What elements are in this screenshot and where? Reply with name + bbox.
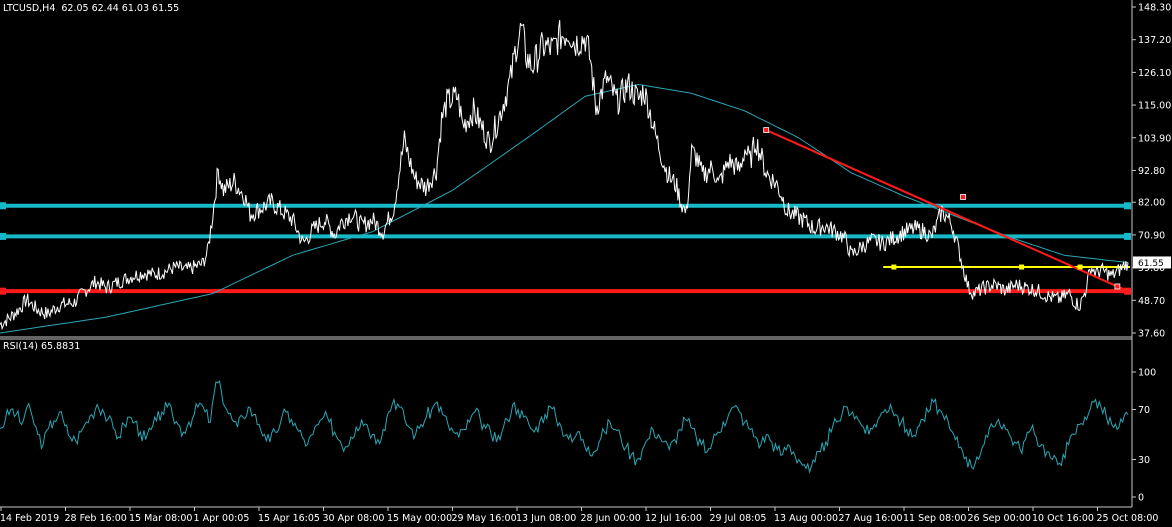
time-axis-label: 12 Jul 16:00 — [645, 513, 702, 524]
price-axis-label: 148.30 — [1138, 3, 1171, 14]
level-handle-left — [0, 287, 6, 295]
level-marker — [891, 264, 897, 270]
time-axis-label: 28 Feb 16:00 — [65, 513, 127, 524]
time-axis-label: 26 Sep 00:00 — [968, 513, 1031, 524]
time-axis-label: 1 Apr 00:05 — [194, 513, 250, 524]
symbol-label: LTCUSD,H4 — [3, 3, 55, 14]
price-axis-label: 37.60 — [1138, 329, 1165, 340]
price-axis-label: 126.10 — [1138, 68, 1171, 79]
ohlc-values: 62.05 62.44 61.03 61.55 — [61, 3, 179, 14]
price-axis-label: 70.90 — [1138, 230, 1165, 241]
level-handle-right — [1124, 202, 1131, 210]
price-axis-label: 82.00 — [1138, 198, 1165, 209]
level-marker — [1019, 264, 1025, 270]
trendline-marker — [763, 127, 770, 133]
current-price-value: 61.55 — [1138, 259, 1164, 269]
rsi-axis-label: 100 — [1138, 368, 1156, 379]
rsi-axis-label: 70 — [1138, 405, 1150, 416]
chart-canvas: LTCUSD,H4 62.05 62.44 61.03 61.55 RSI(14)… — [0, 0, 1172, 527]
trendline-marker — [1114, 283, 1121, 290]
level-handle-left — [0, 202, 6, 210]
time-axis-label: 15 May 00:00 — [387, 513, 452, 524]
time-axis-label: 15 Apr 16:05 — [258, 513, 320, 524]
level-marker — [1077, 264, 1083, 270]
current-price-tag: 61.55 — [1133, 256, 1171, 269]
price-axis-label: 115.00 — [1138, 101, 1171, 112]
time-axis-label: 29 Jul 08:05 — [710, 513, 767, 524]
time-axis-label: 27 Aug 16:00 — [839, 513, 903, 524]
time-axis-label: 10 Oct 16:00 — [1032, 513, 1094, 524]
trendline-marker — [960, 194, 966, 200]
rsi-axis-label: 30 — [1138, 455, 1150, 466]
time-axis-label: 15 Mar 08:00 — [129, 513, 192, 524]
price-axis-label: 92.80 — [1138, 166, 1165, 177]
rsi-axis-label: 0 — [1138, 493, 1144, 504]
price-axis-label: 48.70 — [1138, 296, 1165, 307]
time-axis-label: 14 Feb 2019 — [0, 513, 59, 524]
rsi-header: RSI(14) 65.8831 — [3, 341, 80, 352]
level-handle-right — [1124, 232, 1131, 240]
price-axis-label: 137.20 — [1138, 35, 1171, 46]
time-axis-label: 29 May 16:00 — [452, 513, 517, 524]
time-axis-label: 13 Jun 08:00 — [516, 513, 576, 524]
time-axis-label: 28 Jun 00:00 — [581, 513, 641, 524]
time-axis-label: 13 Aug 00:00 — [774, 513, 838, 524]
time-axis-label: 25 Oct 08:00 — [1097, 513, 1159, 524]
price-axis-label: 103.90 — [1138, 133, 1171, 144]
chart-header: LTCUSD,H4 62.05 62.44 61.03 61.55 — [3, 3, 179, 14]
level-handle-left — [0, 232, 6, 240]
time-axis-label: 11 Sep 08:00 — [903, 513, 966, 524]
time-axis-label: 30 Apr 08:00 — [323, 513, 385, 524]
